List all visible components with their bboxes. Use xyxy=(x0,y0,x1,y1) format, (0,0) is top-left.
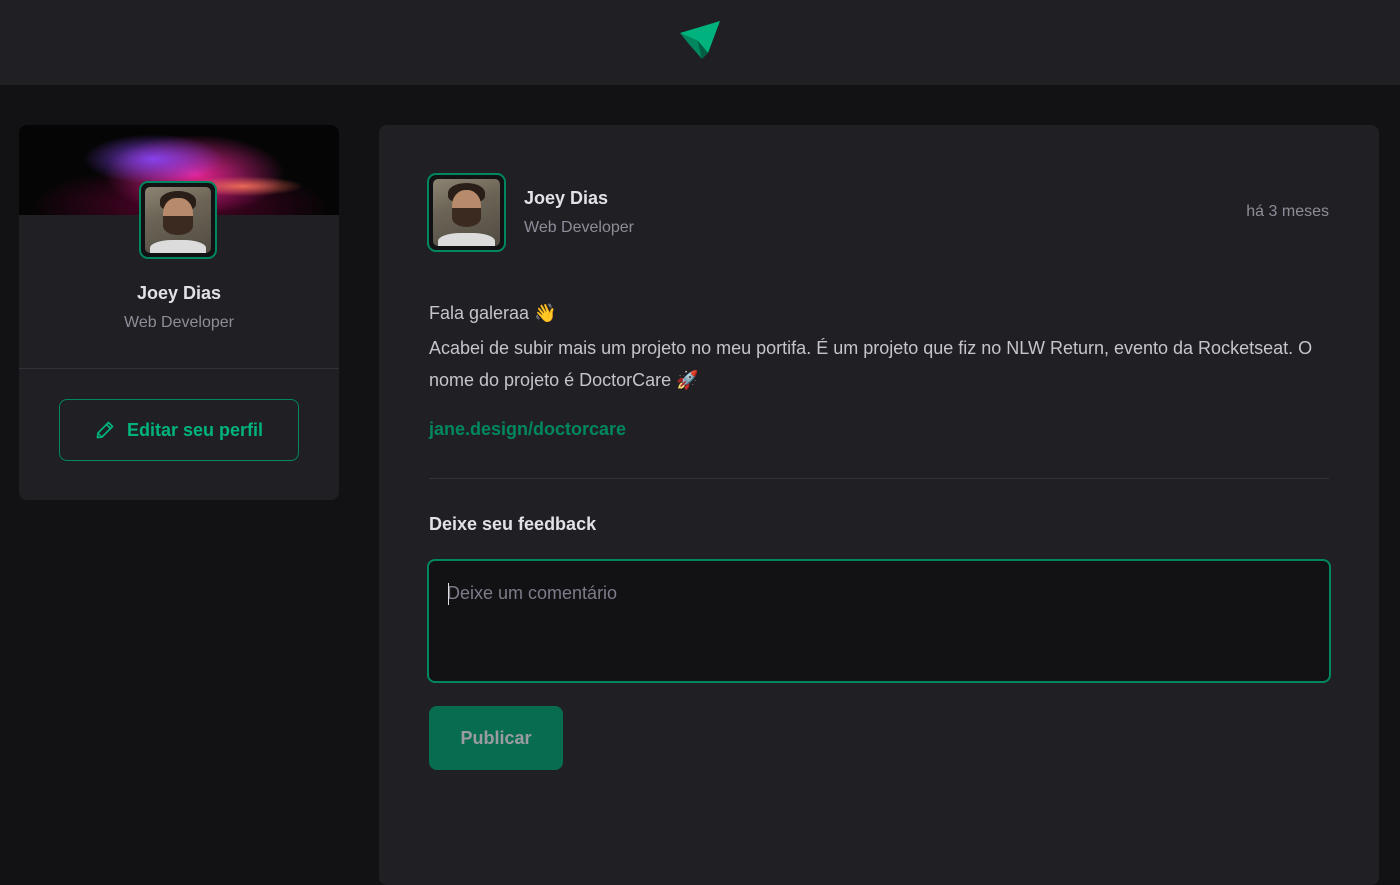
post-author-role: Web Developer xyxy=(524,219,634,236)
paper-plane-logo-icon[interactable] xyxy=(678,19,722,63)
post-author-name: Joey Dias xyxy=(524,188,609,208)
edit-profile-button[interactable]: Editar seu perfil xyxy=(59,399,299,461)
avatar-photo xyxy=(433,179,500,246)
post-timestamp: há 3 meses xyxy=(1246,203,1329,220)
edit-profile-label: Editar seu perfil xyxy=(126,419,264,440)
post-author-avatar[interactable] xyxy=(427,173,506,252)
profile-role: Web Developer xyxy=(124,314,234,331)
post-card: Joey Dias Web Developer há 3 meses Fala … xyxy=(379,125,1379,885)
post-body: Acabei de subir mais um projeto no meu p… xyxy=(429,338,1313,390)
publish-button[interactable]: Publicar xyxy=(429,706,563,770)
post-greeting: Fala galeraa 👋 xyxy=(429,303,557,323)
divider xyxy=(429,478,1329,479)
avatar-photo xyxy=(145,187,211,253)
post-link[interactable]: jane.design/doctorcare xyxy=(429,419,626,440)
text-cursor xyxy=(448,583,449,605)
top-header xyxy=(0,0,1400,85)
avatar[interactable] xyxy=(139,181,217,259)
profile-name: Joey Dias xyxy=(136,283,222,303)
comment-textarea[interactable] xyxy=(427,559,1331,683)
profile-sidebar: Joey Dias Web Developer Editar seu perfi… xyxy=(19,125,339,500)
pencil-icon xyxy=(96,421,114,439)
feedback-title: Deixe seu feedback xyxy=(429,514,597,534)
divider xyxy=(19,368,339,369)
